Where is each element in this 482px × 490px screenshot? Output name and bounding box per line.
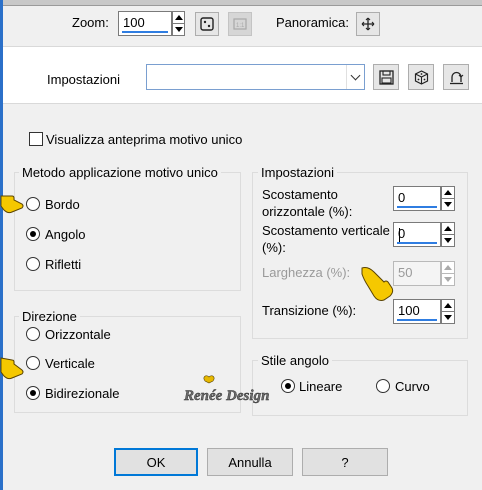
pointing-hand-icon bbox=[358, 266, 394, 302]
width-input[interactable]: 50 bbox=[393, 261, 441, 286]
preview-checkbox-label[interactable]: Visualizza anteprima motivo unico bbox=[46, 132, 242, 147]
cancel-label: Annulla bbox=[228, 454, 272, 470]
radio-bidirezionale-label[interactable]: Bidirezionale bbox=[45, 386, 119, 401]
reset-icon bbox=[449, 71, 463, 84]
width-stepper[interactable] bbox=[441, 261, 455, 286]
radio-orizzontale[interactable] bbox=[26, 327, 40, 341]
text-cursor bbox=[399, 228, 400, 242]
h-offset-label-1: Scostamento bbox=[262, 187, 338, 202]
radio-bordo[interactable] bbox=[26, 197, 40, 211]
presets-combo[interactable] bbox=[146, 64, 365, 90]
ok-label: OK bbox=[146, 454, 166, 470]
pan-label: Panoramica: bbox=[276, 15, 349, 30]
zoom-fit-button[interactable] bbox=[195, 12, 219, 36]
v-offset-stepper[interactable] bbox=[441, 222, 455, 247]
corner-group-title: Stile angolo bbox=[258, 353, 332, 368]
save-preset-button[interactable] bbox=[373, 64, 399, 90]
h-offset-input[interactable]: 0 bbox=[393, 186, 441, 211]
pointing-hand-icon bbox=[0, 352, 24, 382]
transition-label: Transizione (%): bbox=[262, 303, 357, 318]
watermark-logo: Renée Design bbox=[182, 375, 280, 409]
zoom-label: Zoom: bbox=[72, 15, 109, 30]
h-offset-label-2: orizzontale (%): bbox=[262, 204, 353, 219]
zoom-stepper[interactable] bbox=[172, 11, 185, 36]
settings-group-title: Impostazioni bbox=[258, 165, 337, 180]
zoom-actual-size-button[interactable]: 1:1 bbox=[228, 12, 252, 36]
random-preset-button[interactable] bbox=[408, 64, 434, 90]
save-icon bbox=[378, 69, 394, 85]
transition-input[interactable]: 100 bbox=[393, 299, 441, 324]
zoom-fit-icon bbox=[200, 17, 214, 31]
actual-size-icon: 1:1 bbox=[233, 18, 247, 30]
radio-curvo-label[interactable]: Curvo bbox=[395, 379, 430, 394]
svg-text:Renée Design: Renée Design bbox=[183, 388, 269, 404]
radio-verticale[interactable] bbox=[26, 356, 40, 370]
top-strip bbox=[0, 0, 482, 6]
radio-verticale-label[interactable]: Verticale bbox=[45, 356, 95, 371]
direction-group-title: Direzione bbox=[19, 309, 80, 324]
radio-angolo[interactable] bbox=[26, 227, 40, 241]
move-icon bbox=[361, 17, 375, 31]
ok-button[interactable]: OK bbox=[114, 448, 198, 476]
width-label: Larghezza (%): bbox=[262, 265, 351, 280]
dice-icon bbox=[414, 69, 428, 85]
reset-preset-button[interactable] bbox=[443, 64, 469, 90]
zoom-input[interactable]: 100 bbox=[118, 11, 172, 36]
v-offset-label-1: Scostamento verticale bbox=[262, 223, 390, 238]
width-value: 50 bbox=[398, 265, 413, 280]
method-group-title: Metodo applicazione motivo unico bbox=[19, 165, 221, 180]
radio-curvo[interactable] bbox=[376, 379, 390, 393]
radio-orizzontale-label[interactable]: Orizzontale bbox=[45, 327, 111, 342]
preview-checkbox[interactable] bbox=[29, 132, 43, 146]
chevron-down-icon bbox=[346, 65, 364, 89]
cancel-button[interactable]: Annulla bbox=[207, 448, 293, 476]
radio-lineare-label[interactable]: Lineare bbox=[299, 379, 342, 394]
radio-lineare[interactable] bbox=[281, 379, 295, 393]
radio-rifletti[interactable] bbox=[26, 257, 40, 271]
pointing-hand-icon bbox=[0, 190, 24, 218]
transition-value: 100 bbox=[398, 303, 420, 318]
radio-bidirezionale[interactable] bbox=[26, 386, 40, 400]
svg-text:1:1: 1:1 bbox=[236, 23, 245, 29]
radio-rifletti-label[interactable]: Rifletti bbox=[45, 257, 81, 272]
help-label: ? bbox=[341, 454, 349, 470]
zoom-value: 100 bbox=[123, 15, 145, 30]
presets-label: Impostazioni bbox=[47, 72, 120, 87]
transition-stepper[interactable] bbox=[441, 299, 455, 324]
h-offset-stepper[interactable] bbox=[441, 186, 455, 211]
help-button[interactable]: ? bbox=[302, 448, 388, 476]
h-offset-value: 0 bbox=[398, 190, 406, 205]
radio-angolo-label[interactable]: Angolo bbox=[45, 227, 85, 242]
radio-bordo-label[interactable]: Bordo bbox=[45, 197, 80, 212]
v-offset-input[interactable]: 0 bbox=[393, 222, 441, 247]
v-offset-label-2: (%): bbox=[262, 240, 286, 255]
pan-button[interactable] bbox=[356, 12, 380, 36]
